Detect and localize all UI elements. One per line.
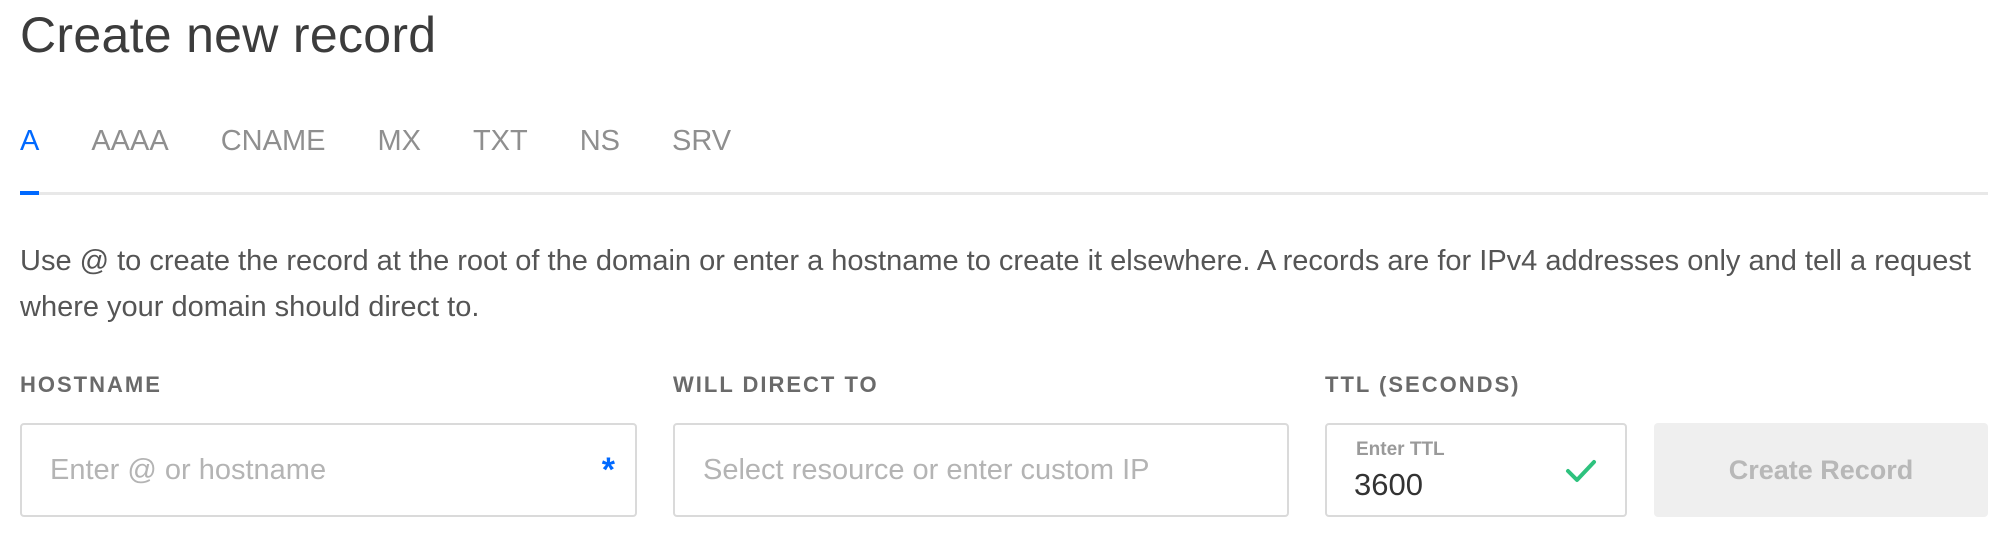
direct-to-input[interactable] — [675, 425, 1287, 515]
tab-txt[interactable]: TXT — [473, 118, 528, 192]
tab-mx[interactable]: MX — [377, 118, 421, 192]
direct-to-field — [673, 423, 1289, 517]
tab-ns[interactable]: NS — [580, 118, 620, 192]
check-icon — [1566, 460, 1596, 482]
record-type-tabs: A AAAA CNAME MX TXT NS SRV — [20, 118, 1988, 195]
ttl-label: TTL (SECONDS) — [1325, 372, 1521, 397]
ttl-field[interactable]: Enter TTL 3600 — [1325, 423, 1627, 517]
page-title: Create new record — [20, 7, 437, 63]
tab-cname[interactable]: CNAME — [221, 118, 326, 192]
required-asterisk-icon: * — [601, 451, 615, 489]
create-record-panel: Create new record A AAAA CNAME MX TXT NS… — [0, 0, 2008, 548]
ttl-inner-label: Enter TTL — [1356, 439, 1445, 460]
tab-a[interactable]: A — [20, 118, 40, 195]
hostname-field: * — [20, 423, 637, 517]
hostname-input[interactable] — [22, 425, 635, 515]
tab-srv[interactable]: SRV — [672, 118, 731, 192]
record-description: Use @ to create the record at the root o… — [20, 245, 1971, 323]
ttl-input[interactable]: 3600 — [1354, 467, 1423, 503]
direct-to-label: WILL DIRECT TO — [673, 372, 879, 397]
hostname-label: HOSTNAME — [20, 372, 162, 397]
create-record-button[interactable]: Create Record — [1654, 423, 1988, 517]
tab-aaaa[interactable]: AAAA — [91, 118, 168, 192]
